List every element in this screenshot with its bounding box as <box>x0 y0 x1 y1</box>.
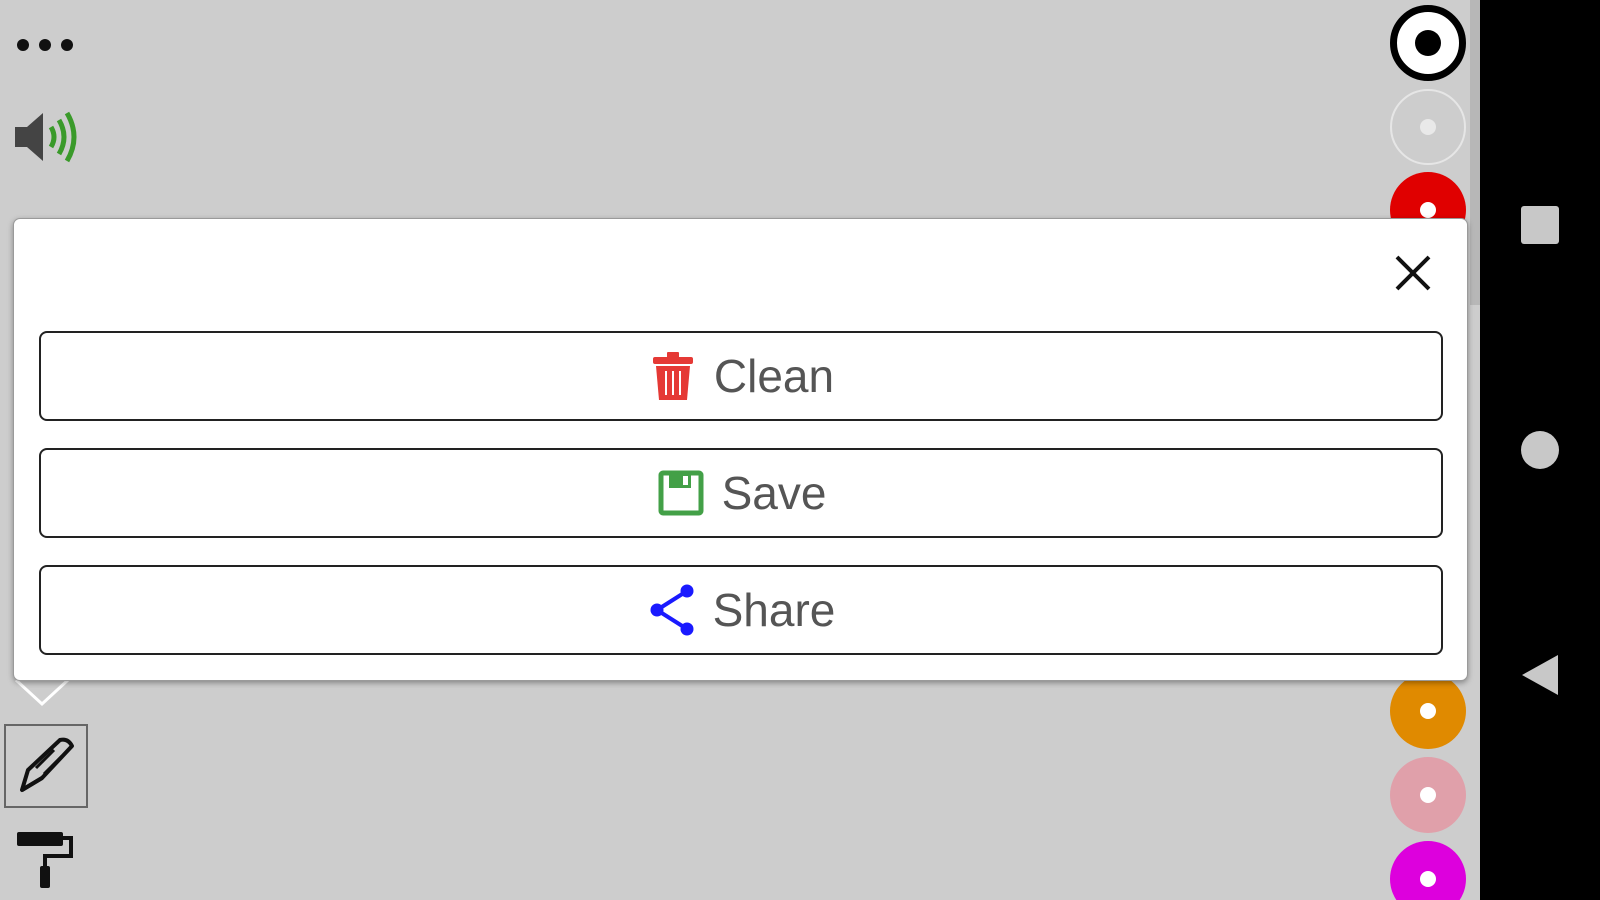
home-button[interactable] <box>1480 425 1600 475</box>
recents-icon <box>1521 206 1559 244</box>
pen-icon <box>20 737 74 792</box>
close-icon <box>1395 255 1431 291</box>
system-navigation-bar <box>1480 0 1600 900</box>
clean-button[interactable]: Clean <box>39 331 1443 421</box>
share-icon <box>647 584 697 636</box>
color-swatch-magenta[interactable] <box>1390 841 1466 900</box>
save-button[interactable]: Save <box>39 448 1443 538</box>
selected-indicator <box>1415 30 1441 56</box>
share-button[interactable]: Share <box>39 565 1443 655</box>
drawing-canvas[interactable]: Clean Save Share <box>0 0 1600 900</box>
scrollbar-thumb[interactable] <box>1470 0 1480 305</box>
back-button[interactable] <box>1480 650 1600 700</box>
floppy-disk-icon <box>656 468 706 518</box>
more-icon <box>17 39 73 51</box>
back-icon <box>1522 655 1558 695</box>
color-swatch-black[interactable] <box>1390 5 1466 81</box>
pen-tool-button[interactable] <box>4 724 88 808</box>
color-swatch-orange[interactable] <box>1390 673 1466 749</box>
more-options-button[interactable] <box>10 22 80 68</box>
clean-label: Clean <box>713 350 835 402</box>
color-swatch-pink[interactable] <box>1390 757 1466 833</box>
share-label: Share <box>712 584 836 636</box>
sound-icon <box>15 111 77 163</box>
recents-button[interactable] <box>1480 200 1600 250</box>
color-swatch-white[interactable] <box>1390 89 1466 165</box>
trash-icon <box>648 351 698 401</box>
home-icon <box>1521 431 1559 469</box>
sound-toggle-button[interactable] <box>8 100 86 174</box>
close-button[interactable] <box>1389 249 1437 297</box>
actions-dialog: Clean Save Share <box>13 218 1468 681</box>
save-label: Save <box>721 467 827 519</box>
paint-roller-icon <box>17 832 73 888</box>
fill-tool-button[interactable] <box>8 822 84 894</box>
